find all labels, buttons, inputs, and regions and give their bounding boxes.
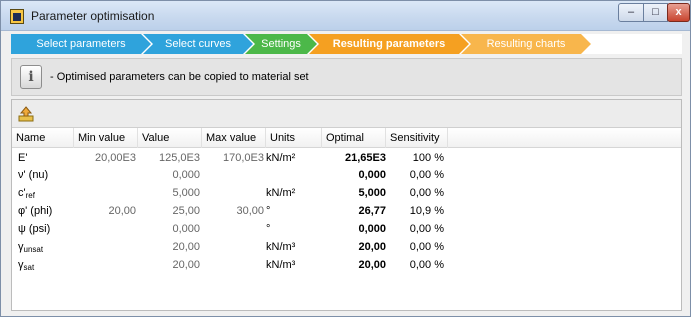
cell-units: ° (266, 223, 271, 235)
app-icon (10, 9, 24, 24)
step-select-curves[interactable]: Select curves (143, 34, 253, 54)
cell-min-value[interactable] (74, 238, 136, 256)
parameter-optimisation-window: Parameter optimisation – □ x Select para… (0, 0, 691, 317)
table-row[interactable]: γunsat 20,00 kN/m³ 20,00 0,00 % (12, 238, 681, 256)
cell-sensitivity: 0,00 % (409, 187, 444, 199)
cell-optimal: 20,00 (358, 259, 386, 271)
cell-optimal: 5,000 (358, 187, 386, 199)
info-text: - Optimised parameters can be copied to … (50, 71, 309, 83)
cell-optimal: 21,65E3 (345, 152, 386, 164)
results-toolbar (12, 100, 681, 128)
table-row[interactable]: ψ (psi) 0,000 ° 0,000 0,00 % (12, 220, 681, 238)
cell-name: γunsat (18, 241, 44, 254)
cell-max-value[interactable] (202, 184, 264, 202)
table-row[interactable]: E' 20,00E3 125,0E3 170,0E3 kN/m² 21,65E3… (12, 149, 681, 167)
table-header: Name Min value Value Max value Units Opt… (12, 128, 681, 148)
step-resulting-charts[interactable]: Resulting charts (461, 34, 591, 54)
col-sensitivity[interactable]: Sensitivity (386, 128, 448, 148)
cell-units: ° (266, 205, 271, 217)
cell-name: ψ (psi) (18, 223, 51, 235)
cell-name: c'ref (18, 187, 35, 200)
cell-sensitivity: 0,00 % (409, 259, 444, 271)
col-name[interactable]: Name (12, 128, 74, 148)
cell-name: φ' (phi) (18, 205, 53, 217)
cell-sensitivity: 0,00 % (409, 169, 444, 181)
col-value[interactable]: Value (138, 128, 202, 148)
copy-to-material-icon[interactable] (17, 105, 35, 123)
wizard-steps: Select parameters Select curves Settings… (11, 34, 682, 54)
cell-optimal: 0,000 (358, 223, 386, 235)
table-row[interactable]: φ' (phi) 20,00 25,00 30,00 ° 26,77 10,9 … (12, 202, 681, 220)
cell-max-value[interactable] (202, 166, 264, 184)
cell-name: E' (18, 152, 28, 164)
col-units[interactable]: Units (266, 128, 322, 148)
cell-max-value[interactable] (202, 220, 264, 238)
table-row[interactable]: c'ref 5,000 kN/m² 5,000 0,00 % (12, 184, 681, 202)
step-resulting-parameters[interactable]: Resulting parameters (309, 34, 469, 54)
results-panel: Name Min value Value Max value Units Opt… (11, 99, 682, 311)
col-min-value[interactable]: Min value (74, 128, 138, 148)
cell-units: kN/m³ (266, 259, 296, 271)
cell-max-value[interactable]: 30,00 (202, 202, 264, 220)
cell-min-value[interactable] (74, 184, 136, 202)
cell-sensitivity: 100 % (412, 152, 444, 164)
step-select-parameters[interactable]: Select parameters (11, 34, 151, 54)
cell-max-value[interactable] (202, 238, 264, 256)
cell-sensitivity: 0,00 % (409, 223, 444, 235)
cell-optimal: 0,000 (358, 169, 386, 181)
cell-min-value[interactable] (74, 166, 136, 184)
cell-name: γsat (18, 259, 35, 272)
close-button[interactable]: x (667, 3, 690, 22)
cell-value[interactable]: 125,0E3 (140, 149, 200, 167)
cell-max-value[interactable] (202, 256, 264, 274)
cell-optimal: 20,00 (358, 241, 386, 253)
cell-value[interactable]: 20,00 (140, 256, 200, 274)
cell-units: kN/m² (266, 187, 296, 199)
cell-optimal: 26,77 (358, 205, 386, 217)
cell-value[interactable]: 20,00 (140, 238, 200, 256)
cell-name: ν' (nu) (18, 169, 49, 181)
info-box: i - Optimised parameters can be copied t… (11, 58, 682, 96)
cell-sensitivity: 10,9 % (409, 205, 444, 217)
cell-units: kN/m³ (266, 241, 296, 253)
cell-sensitivity: 0,00 % (409, 241, 444, 253)
cell-value[interactable]: 25,00 (140, 202, 200, 220)
window-title: Parameter optimisation (31, 9, 155, 23)
col-optimal[interactable]: Optimal (322, 128, 386, 148)
cell-max-value[interactable]: 170,0E3 (202, 149, 264, 167)
minimize-button[interactable]: – (618, 3, 644, 22)
step-settings[interactable]: Settings (245, 34, 317, 54)
col-max-value[interactable]: Max value (202, 128, 266, 148)
table-row[interactable]: ν' (nu) 0,000 0,000 0,00 % (12, 166, 681, 184)
cell-value[interactable]: 0,000 (140, 220, 200, 238)
cell-units (266, 166, 320, 184)
table-row[interactable]: γsat 20,00 kN/m³ 20,00 0,00 % (12, 256, 681, 274)
title-bar[interactable]: Parameter optimisation – □ x (1, 1, 690, 31)
cell-min-value[interactable] (74, 220, 136, 238)
cell-min-value[interactable]: 20,00 (74, 202, 136, 220)
cell-value[interactable]: 0,000 (140, 166, 200, 184)
cell-units: kN/m² (266, 152, 296, 164)
cell-min-value[interactable] (74, 256, 136, 274)
maximize-button[interactable]: □ (643, 3, 668, 22)
cell-min-value[interactable]: 20,00E3 (74, 149, 136, 167)
info-icon: i (20, 65, 42, 89)
cell-value[interactable]: 5,000 (140, 184, 200, 202)
